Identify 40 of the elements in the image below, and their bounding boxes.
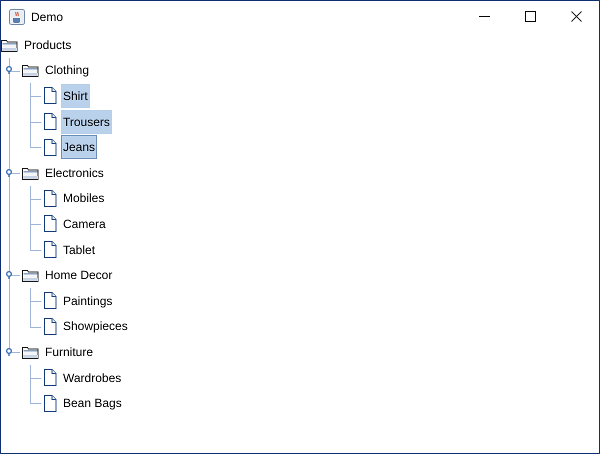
tree-node[interactable]: Wardrobes — [61, 366, 124, 390]
file-icon — [43, 394, 57, 412]
open-folder-icon — [22, 344, 39, 359]
tree-node[interactable]: Clothing — [43, 58, 92, 82]
file-icon — [43, 369, 57, 386]
tree-node[interactable]: Tablet — [61, 238, 98, 262]
tree-line — [30, 186, 41, 212]
app-icon — [9, 8, 25, 24]
tree-node[interactable]: Home Decor — [43, 263, 114, 288]
tree-node[interactable]: Jeans — [61, 135, 98, 160]
open-folder-icon — [22, 63, 39, 78]
tree-line — [30, 83, 41, 110]
tree-node[interactable]: Showpieces — [61, 314, 130, 338]
tree-node[interactable]: Products — [22, 32, 74, 57]
close-icon — [570, 11, 582, 22]
file-icon — [43, 87, 57, 104]
file-icon — [43, 138, 57, 156]
file-icon — [43, 318, 57, 335]
tree-node[interactable]: Trousers — [61, 110, 112, 134]
open-folder-icon — [22, 268, 39, 282]
tree-node[interactable]: Furniture — [43, 340, 96, 364]
tree-node[interactable]: Bean Bags — [61, 391, 124, 416]
file-icon — [43, 292, 57, 310]
file-icon — [43, 241, 57, 258]
expanded-handle-icon[interactable] — [5, 66, 13, 74]
expanded-handle-icon[interactable] — [5, 348, 13, 356]
expanded-handle-icon[interactable] — [5, 271, 13, 280]
expanded-handle-icon[interactable] — [5, 168, 13, 177]
tree-node[interactable]: Paintings — [61, 288, 114, 313]
tree-node[interactable]: Mobiles — [61, 186, 106, 210]
file-icon — [43, 113, 57, 130]
open-folder-icon — [22, 166, 39, 180]
file-icon — [43, 190, 57, 207]
tree-node[interactable]: Electronics — [43, 160, 106, 185]
window-title: Demo — [31, 8, 64, 26]
file-icon — [43, 215, 57, 232]
maximize-icon — [524, 11, 536, 22]
tree-node[interactable]: Camera — [61, 212, 108, 236]
tree-node[interactable]: Shirt — [61, 84, 90, 108]
minimize-icon — [478, 16, 490, 18]
